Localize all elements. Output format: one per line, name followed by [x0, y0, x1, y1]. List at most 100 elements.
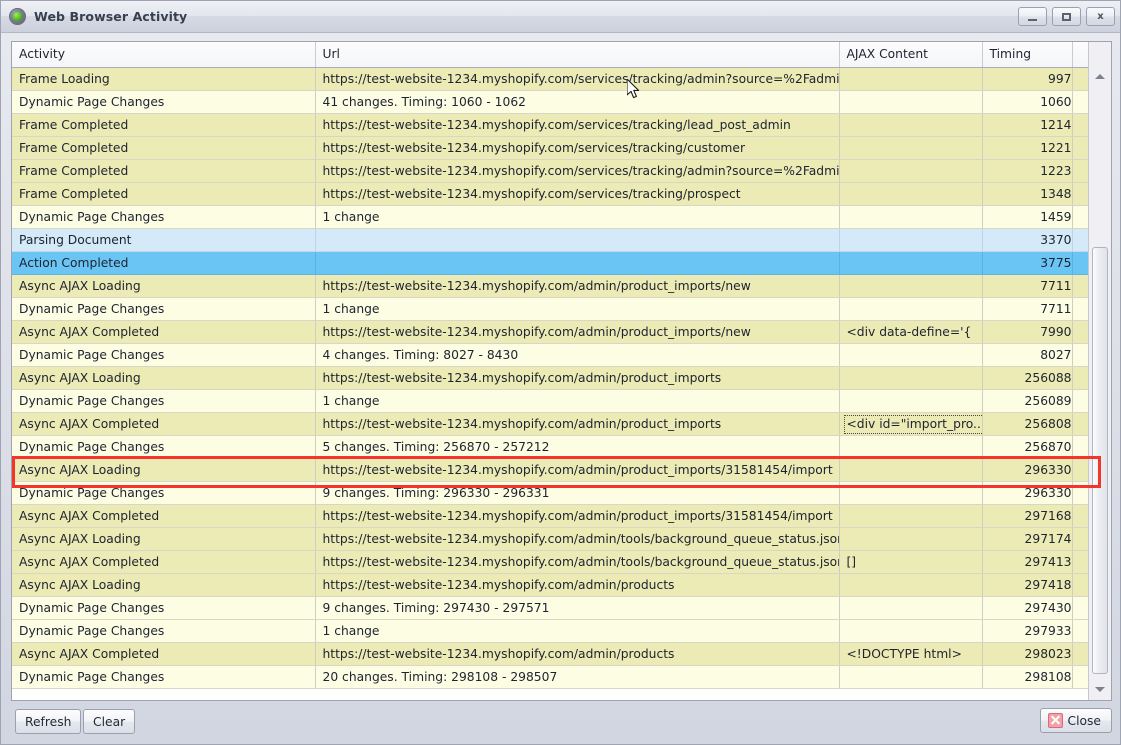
table-row[interactable]: Dynamic Page Changes1 change256089: [12, 389, 1088, 412]
cell-filler[interactable]: [1072, 159, 1088, 182]
cell-timing[interactable]: 7990: [982, 320, 1072, 343]
cell-timing[interactable]: 3775: [982, 251, 1072, 274]
table-row[interactable]: Dynamic Page Changes9 changes. Timing: 2…: [12, 596, 1088, 619]
table-row[interactable]: Async AJAX Loadinghttps://test-website-1…: [12, 527, 1088, 550]
table-row[interactable]: Frame Completedhttps://test-website-1234…: [12, 182, 1088, 205]
cell-activity[interactable]: Async AJAX Loading: [12, 366, 315, 389]
cell-timing[interactable]: 1214: [982, 113, 1072, 136]
cell-timing[interactable]: 997: [982, 67, 1072, 90]
table-row[interactable]: Dynamic Page Changes20 changes. Timing: …: [12, 665, 1088, 688]
cell-url[interactable]: https://test-website-1234.myshopify.com/…: [315, 320, 839, 343]
cell-timing[interactable]: 8027: [982, 343, 1072, 366]
cell-timing[interactable]: 298108: [982, 665, 1072, 688]
cell-ajax-content[interactable]: [839, 343, 982, 366]
table-row[interactable]: Dynamic Page Changes5 changes. Timing: 2…: [12, 435, 1088, 458]
scroll-up-arrow-icon[interactable]: [1089, 68, 1111, 85]
cell-activity[interactable]: Frame Completed: [12, 182, 315, 205]
cell-timing[interactable]: 297933: [982, 619, 1072, 642]
table-row[interactable]: Dynamic Page Changes41 changes. Timing: …: [12, 90, 1088, 113]
cell-ajax-content[interactable]: [839, 366, 982, 389]
table-row[interactable]: Async AJAX Loadinghttps://test-website-1…: [12, 573, 1088, 596]
cell-activity[interactable]: Async AJAX Completed: [12, 550, 315, 573]
cell-activity[interactable]: Async AJAX Completed: [12, 642, 315, 665]
cell-filler[interactable]: [1072, 481, 1088, 504]
table-row[interactable]: Frame Loadinghttps://test-website-1234.m…: [12, 67, 1088, 90]
cell-ajax-content[interactable]: <!DOCTYPE html>: [839, 642, 982, 665]
cell-url[interactable]: 1 change: [315, 297, 839, 320]
cell-ajax-content[interactable]: [839, 573, 982, 596]
cell-ajax-content[interactable]: [839, 251, 982, 274]
table-row[interactable]: Dynamic Page Changes9 changes. Timing: 2…: [12, 481, 1088, 504]
table-row[interactable]: Action Completed3775: [12, 251, 1088, 274]
cell-url[interactable]: https://test-website-1234.myshopify.com/…: [315, 527, 839, 550]
cell-activity[interactable]: Dynamic Page Changes: [12, 389, 315, 412]
cell-activity[interactable]: Async AJAX Loading: [12, 573, 315, 596]
cell-filler[interactable]: [1072, 113, 1088, 136]
cell-url[interactable]: https://test-website-1234.myshopify.com/…: [315, 642, 839, 665]
table-row[interactable]: Async AJAX Loadinghttps://test-website-1…: [12, 458, 1088, 481]
cell-url[interactable]: 1 change: [315, 205, 839, 228]
cell-filler[interactable]: [1072, 228, 1088, 251]
cell-url[interactable]: 5 changes. Timing: 256870 - 257212: [315, 435, 839, 458]
scrollbar-thumb[interactable]: [1092, 247, 1108, 674]
cell-ajax-content[interactable]: [839, 90, 982, 113]
cell-timing[interactable]: 1459: [982, 205, 1072, 228]
cell-filler[interactable]: [1072, 596, 1088, 619]
cell-activity[interactable]: Dynamic Page Changes: [12, 596, 315, 619]
cell-ajax-content[interactable]: []: [839, 550, 982, 573]
cell-url[interactable]: 9 changes. Timing: 296330 - 296331: [315, 481, 839, 504]
refresh-button[interactable]: Refresh: [15, 709, 81, 734]
cell-url[interactable]: https://test-website-1234.myshopify.com/…: [315, 573, 839, 596]
cell-filler[interactable]: [1072, 619, 1088, 642]
table-row[interactable]: Async AJAX Completedhttps://test-website…: [12, 412, 1088, 435]
cell-ajax-content[interactable]: [839, 435, 982, 458]
cell-filler[interactable]: [1072, 550, 1088, 573]
cell-url[interactable]: https://test-website-1234.myshopify.com/…: [315, 67, 839, 90]
cell-url[interactable]: https://test-website-1234.myshopify.com/…: [315, 136, 839, 159]
cell-ajax-content[interactable]: [839, 619, 982, 642]
table-row[interactable]: Frame Completedhttps://test-website-1234…: [12, 136, 1088, 159]
cell-activity[interactable]: Async AJAX Completed: [12, 320, 315, 343]
table-row[interactable]: Async AJAX Completedhttps://test-website…: [12, 550, 1088, 573]
cell-activity[interactable]: Frame Completed: [12, 113, 315, 136]
cell-timing[interactable]: 7711: [982, 274, 1072, 297]
cell-filler[interactable]: [1072, 182, 1088, 205]
cell-filler[interactable]: [1072, 205, 1088, 228]
cell-filler[interactable]: [1072, 389, 1088, 412]
cell-timing[interactable]: 296330: [982, 481, 1072, 504]
cell-url[interactable]: 9 changes. Timing: 297430 - 297571: [315, 596, 839, 619]
cell-ajax-content[interactable]: [839, 159, 982, 182]
close-button[interactable]: Close: [1040, 708, 1113, 733]
cell-activity[interactable]: Dynamic Page Changes: [12, 90, 315, 113]
clear-button[interactable]: Clear: [83, 709, 135, 734]
cell-ajax-content[interactable]: [839, 297, 982, 320]
cell-activity[interactable]: Async AJAX Loading: [12, 527, 315, 550]
cell-ajax-content[interactable]: [839, 389, 982, 412]
cell-activity[interactable]: Dynamic Page Changes: [12, 205, 315, 228]
maximize-button[interactable]: [1052, 7, 1081, 26]
cell-timing[interactable]: 256808: [982, 412, 1072, 435]
cell-timing[interactable]: 256870: [982, 435, 1072, 458]
table-row[interactable]: Parsing Document3370: [12, 228, 1088, 251]
cell-timing[interactable]: 298023: [982, 642, 1072, 665]
cell-filler[interactable]: [1072, 136, 1088, 159]
cell-activity[interactable]: Frame Completed: [12, 136, 315, 159]
cell-url[interactable]: https://test-website-1234.myshopify.com/…: [315, 504, 839, 527]
cell-url[interactable]: https://test-website-1234.myshopify.com/…: [315, 182, 839, 205]
cell-filler[interactable]: [1072, 458, 1088, 481]
cell-activity[interactable]: Dynamic Page Changes: [12, 481, 315, 504]
cell-activity[interactable]: Async AJAX Loading: [12, 458, 315, 481]
cell-url[interactable]: https://test-website-1234.myshopify.com/…: [315, 412, 839, 435]
column-header-ajax-content[interactable]: AJAX Content: [839, 42, 982, 67]
cell-timing[interactable]: 296330: [982, 458, 1072, 481]
table-row[interactable]: Dynamic Page Changes1 change297933: [12, 619, 1088, 642]
cell-filler[interactable]: [1072, 90, 1088, 113]
cell-activity[interactable]: Dynamic Page Changes: [12, 665, 315, 688]
cell-activity[interactable]: Dynamic Page Changes: [12, 343, 315, 366]
cell-url[interactable]: 41 changes. Timing: 1060 - 1062: [315, 90, 839, 113]
cell-activity[interactable]: Dynamic Page Changes: [12, 435, 315, 458]
cell-ajax-content[interactable]: [839, 527, 982, 550]
cell-url[interactable]: [315, 251, 839, 274]
cell-ajax-content[interactable]: [839, 205, 982, 228]
cell-ajax-content[interactable]: [839, 596, 982, 619]
